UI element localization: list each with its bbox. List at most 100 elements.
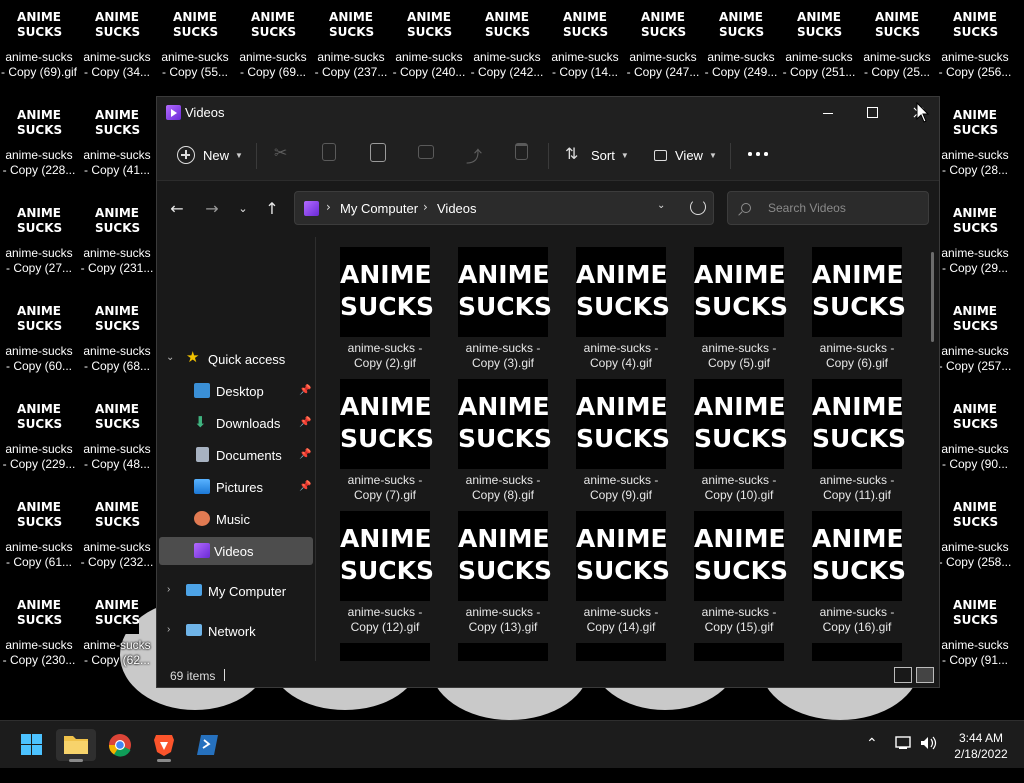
nav-item-desktop[interactable]: Desktop 📌: [159, 377, 313, 405]
desktop-file-icon[interactable]: ANIME SUCKS anime-sucks - Copy (69).gif: [0, 0, 78, 98]
desktop-file-icon[interactable]: ANIME SUCKS anime-sucks - Copy (228...: [0, 98, 78, 196]
address-dropdown-icon[interactable]: ⌄: [657, 200, 665, 211]
search-box[interactable]: [727, 191, 929, 225]
file-tile[interactable]: ANIME SUCKS anime-sucks - Copy (5).gif: [673, 237, 791, 370]
file-tile[interactable]: ANIME SUCKS anime-sucks - Copy (2).gif: [319, 237, 437, 370]
recent-locations-chevron-icon[interactable]: ⌄: [233, 201, 253, 217]
desktop-file-icon[interactable]: ANIME SUCKS anime-sucks - Copy (61...: [0, 490, 78, 588]
file-tile[interactable]: ANIME SUCKS anime-sucks - Copy (7).gif: [319, 369, 437, 502]
desktop-file-icon[interactable]: ANIME SUCKS anime-sucks - Copy (251...: [780, 0, 858, 98]
refresh-icon[interactable]: [690, 199, 706, 215]
file-tile[interactable]: ANIME: [437, 633, 555, 661]
maximize-button[interactable]: [849, 97, 895, 129]
copy-icon[interactable]: [322, 143, 336, 161]
desktop-file-icon[interactable]: ANIME SUCKS anime-sucks - Copy (34...: [78, 0, 156, 98]
chrome-taskbar-button[interactable]: [100, 729, 140, 761]
back-arrow-icon[interactable]: ←: [167, 201, 187, 217]
new-button[interactable]: New ▼: [177, 141, 243, 169]
volume-icon[interactable]: [918, 733, 938, 753]
breadcrumb-chevron-icon[interactable]: ›: [423, 200, 428, 214]
chevron-down-icon[interactable]: ⌄: [166, 352, 174, 363]
file-tile[interactable]: ANIME: [319, 633, 437, 661]
file-tile[interactable]: ANIME SUCKS anime-sucks - Copy (3).gif: [437, 237, 555, 370]
file-tile[interactable]: ANIME SUCKS anime-sucks - Copy (15).gif: [673, 501, 791, 634]
desktop-file-icon[interactable]: ANIME SUCKS anime-sucks - Copy (55...: [156, 0, 234, 98]
file-tile[interactable]: ANIME SUCKS anime-sucks - Copy (6).gif: [791, 237, 909, 370]
desktop-file-icon[interactable]: ANIME SUCKS anime-sucks - Copy (29...: [936, 196, 1014, 294]
large-icons-view-icon[interactable]: [916, 667, 934, 683]
more-options-icon[interactable]: [748, 152, 768, 156]
file-tile[interactable]: ANIME SUCKS anime-sucks - Copy (4).gif: [555, 237, 673, 370]
desktop-file-icon[interactable]: ANIME SUCKS anime-sucks - Copy (91...: [936, 588, 1014, 686]
desktop-file-icon[interactable]: ANIME SUCKS anime-sucks - Copy (231...: [78, 196, 156, 294]
file-tile[interactable]: ANIME SUCKS anime-sucks - Copy (8).gif: [437, 369, 555, 502]
desktop-file-icon[interactable]: ANIME SUCKS anime-sucks - Copy (247...: [624, 0, 702, 98]
nav-item-downloads[interactable]: ⬇ Downloads 📌: [159, 409, 313, 437]
breadcrumb-videos[interactable]: Videos: [437, 201, 477, 216]
desktop-file-icon[interactable]: ANIME SUCKS anime-sucks - Copy (28...: [936, 98, 1014, 196]
paste-icon[interactable]: [370, 143, 386, 162]
file-tile[interactable]: ANIME: [673, 633, 791, 661]
desktop-file-icon[interactable]: ANIME SUCKS anime-sucks - Copy (257...: [936, 294, 1014, 392]
desktop-file-icon[interactable]: ANIME SUCKS anime-sucks - Copy (256...: [936, 0, 1014, 98]
file-tile[interactable]: ANIME: [791, 633, 909, 661]
nav-my-computer[interactable]: › My Computer: [159, 577, 313, 605]
cut-icon[interactable]: ✂: [274, 143, 292, 163]
desktop-file-icon[interactable]: ANIME SUCKS anime-sucks - Copy (69...: [234, 0, 312, 98]
nav-item-pictures[interactable]: Pictures 📌: [159, 473, 313, 501]
vertical-scrollbar[interactable]: [931, 252, 934, 342]
network-tray-icon[interactable]: [894, 733, 914, 753]
chevron-right-icon[interactable]: ›: [167, 584, 170, 595]
chevron-right-icon[interactable]: ›: [167, 624, 170, 635]
search-input[interactable]: [768, 200, 918, 216]
clock[interactable]: 3:44 AM 2/18/2022: [943, 730, 1019, 762]
desktop-file-icon[interactable]: ANIME SUCKS anime-sucks - Copy (68...: [78, 294, 156, 392]
file-explorer-taskbar-button[interactable]: [56, 729, 96, 762]
nav-item-videos[interactable]: Videos: [159, 537, 313, 565]
file-tile[interactable]: ANIME SUCKS anime-sucks - Copy (10).gif: [673, 369, 791, 502]
desktop-file-icon[interactable]: ANIME SUCKS anime-sucks - Copy (229...: [0, 392, 78, 490]
desktop-file-icon[interactable]: ANIME SUCKS anime-sucks - Copy (27...: [0, 196, 78, 294]
desktop-file-icon[interactable]: ANIME SUCKS anime-sucks - Copy (48...: [78, 392, 156, 490]
desktop-file-icon[interactable]: ANIME SUCKS anime-sucks - Copy (258...: [936, 490, 1014, 588]
file-tile[interactable]: ANIME: [555, 633, 673, 661]
desktop-file-icon[interactable]: ANIME SUCKS anime-sucks - Copy (62...: [78, 588, 156, 686]
desktop-file-icon[interactable]: ANIME SUCKS anime-sucks - Copy (242...: [468, 0, 546, 98]
up-arrow-icon[interactable]: ↑: [262, 201, 282, 217]
share-icon[interactable]: ⤴: [466, 143, 484, 166]
desktop-file-icon[interactable]: ANIME SUCKS anime-sucks - Copy (41...: [78, 98, 156, 196]
brave-taskbar-button[interactable]: [144, 729, 184, 762]
minimize-button[interactable]: [805, 97, 851, 129]
nav-item-music[interactable]: Music: [159, 505, 313, 533]
rename-icon[interactable]: [418, 145, 434, 159]
view-button[interactable]: View ▼: [654, 141, 717, 169]
breadcrumb-my-computer[interactable]: My Computer: [340, 201, 418, 216]
file-tile[interactable]: ANIME SUCKS anime-sucks - Copy (16).gif: [791, 501, 909, 634]
show-hidden-icons-chevron-icon[interactable]: ⌃: [866, 735, 878, 783]
desktop-file-icon[interactable]: ANIME SUCKS anime-sucks - Copy (60...: [0, 294, 78, 392]
file-tile[interactable]: ANIME SUCKS anime-sucks - Copy (14).gif: [555, 501, 673, 634]
desktop-file-icon[interactable]: ANIME SUCKS anime-sucks - Copy (232...: [78, 490, 156, 588]
file-tile[interactable]: ANIME SUCKS anime-sucks - Copy (11).gif: [791, 369, 909, 502]
file-tile[interactable]: ANIME SUCKS anime-sucks - Copy (13).gif: [437, 501, 555, 634]
title-bar[interactable]: Videos: [157, 97, 939, 129]
delete-icon[interactable]: [515, 143, 528, 160]
desktop-file-icon[interactable]: ANIME SUCKS anime-sucks - Copy (230...: [0, 588, 78, 686]
file-tile[interactable]: ANIME SUCKS anime-sucks - Copy (12).gif: [319, 501, 437, 634]
powershell-taskbar-button[interactable]: [188, 729, 228, 761]
address-bar[interactable]: › My Computer › Videos ⌄: [294, 191, 714, 225]
desktop-file-icon[interactable]: ANIME SUCKS anime-sucks - Copy (90...: [936, 392, 1014, 490]
start-button[interactable]: [12, 729, 52, 761]
nav-quick-access[interactable]: ⌄ ★ Quick access: [159, 345, 313, 373]
sort-button[interactable]: ⇅ Sort ▼: [565, 141, 629, 169]
desktop-file-icon[interactable]: ANIME SUCKS anime-sucks - Copy (240...: [390, 0, 468, 98]
desktop-file-icon[interactable]: ANIME SUCKS anime-sucks - Copy (249...: [702, 0, 780, 98]
nav-network[interactable]: › Network: [159, 617, 313, 645]
forward-arrow-icon[interactable]: →: [202, 201, 222, 217]
desktop-file-icon[interactable]: ANIME SUCKS anime-sucks - Copy (237...: [312, 0, 390, 98]
details-view-icon[interactable]: [894, 667, 912, 683]
desktop-file-icon[interactable]: ANIME SUCKS anime-sucks - Copy (25...: [858, 0, 936, 98]
file-tile[interactable]: ANIME SUCKS anime-sucks - Copy (9).gif: [555, 369, 673, 502]
desktop-file-icon[interactable]: ANIME SUCKS anime-sucks - Copy (14...: [546, 0, 624, 98]
breadcrumb-chevron-icon[interactable]: ›: [326, 200, 331, 214]
